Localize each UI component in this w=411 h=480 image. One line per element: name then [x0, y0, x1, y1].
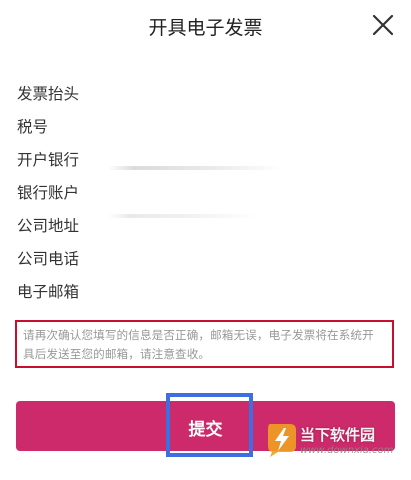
- email-label: 电子邮箱: [17, 283, 80, 301]
- bank-account-input[interactable]: [107, 177, 391, 203]
- email-input[interactable]: [107, 276, 391, 302]
- tax-id-label: 税号: [17, 118, 49, 136]
- bank-account-row: 银行账户: [17, 177, 395, 203]
- company-phone-input[interactable]: [107, 243, 391, 269]
- bank-account-label: 银行账户: [17, 184, 80, 202]
- email-row: 电子邮箱: [17, 276, 395, 302]
- invoice-title-label: 发票抬头: [17, 85, 80, 103]
- submit-button-label: 提交: [188, 420, 223, 440]
- bank-name-label: 开户银行: [17, 151, 80, 169]
- invoice-title-input[interactable]: [107, 78, 391, 104]
- company-phone-row: 公司电话: [17, 243, 395, 269]
- tax-id-row: 税号: [17, 111, 395, 137]
- bank-name-input[interactable]: [107, 144, 391, 170]
- invoice-title-row: 发票抬头: [17, 78, 395, 104]
- bank-name-row: 开户银行: [17, 144, 395, 170]
- submit-button[interactable]: 提交: [16, 401, 395, 451]
- dialog-header: 开具电子发票: [0, 0, 411, 50]
- company-phone-label: 公司电话: [17, 250, 80, 268]
- company-address-row: 公司地址: [17, 210, 395, 236]
- company-address-input[interactable]: [107, 210, 391, 236]
- company-address-label: 公司地址: [17, 217, 80, 235]
- tax-id-input[interactable]: [107, 111, 391, 137]
- page-title: 开具电子发票: [148, 17, 263, 39]
- close-icon[interactable]: [372, 14, 394, 36]
- confirmation-notice: 请再次确认您填写的信息是否正确，邮箱无误，电子发票将在系统开具后发送至您的邮箱，…: [15, 320, 394, 368]
